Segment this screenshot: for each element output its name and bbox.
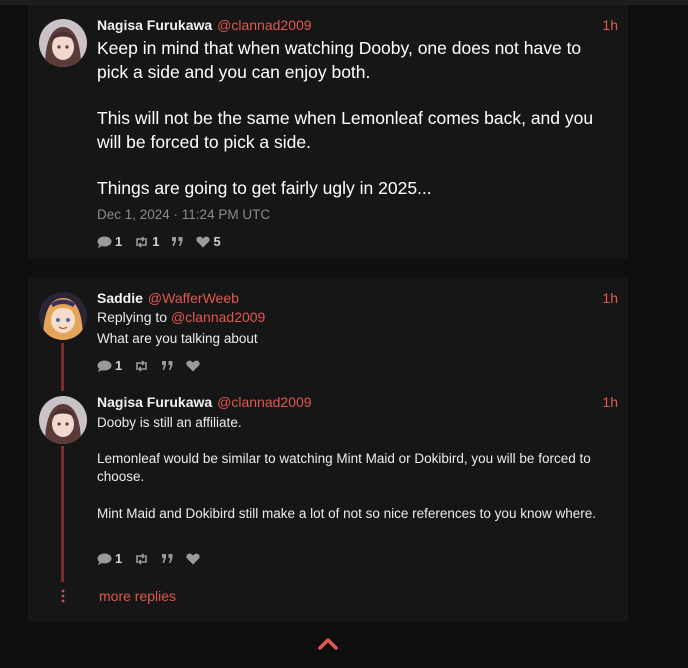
reply-count[interactable]: 1 <box>97 358 122 373</box>
quote-button[interactable] <box>161 553 174 564</box>
like-count[interactable]: 5 <box>196 234 221 249</box>
like-count-value: 5 <box>213 234 221 249</box>
retweet-icon <box>136 359 148 372</box>
tweet-stats: 1 <box>97 551 212 566</box>
avatar[interactable] <box>39 19 87 67</box>
tweet-timestamp[interactable]: Dec 1, 2024 · 11:24 PM UTC <box>97 207 270 222</box>
replying-to-label: Replying to <box>97 309 168 325</box>
tweet-paragraph-3: Things are going to get fairly ugly in 2… <box>97 178 432 198</box>
heart-icon <box>196 236 211 247</box>
thread-connector <box>61 343 64 391</box>
avatar[interactable] <box>39 292 87 340</box>
reply-count[interactable]: 1 <box>97 551 122 566</box>
quote-button[interactable] <box>161 360 174 371</box>
tweet-stats: 1 1 5 <box>97 234 233 249</box>
tweet-time[interactable]: 1h <box>602 17 618 33</box>
reply-paragraph-2: Lemonleaf would be similar to watching M… <box>97 451 591 484</box>
reply-thread-card: Saddie @WafferWeeb 1h Replying to @clann… <box>28 278 628 622</box>
comment-icon <box>97 236 112 248</box>
retweet-icon <box>136 552 148 565</box>
like-button[interactable] <box>186 360 200 372</box>
quote-icon <box>162 361 173 370</box>
reply-count-value: 1 <box>115 234 123 249</box>
quote-button[interactable] <box>171 236 184 247</box>
tweet-paragraph-1: Keep in mind that when watching Dooby, o… <box>97 38 582 82</box>
replying-to: Replying to @clannad2009 <box>97 309 265 325</box>
quote-icon <box>172 237 183 246</box>
chevron-up-icon[interactable] <box>318 636 338 650</box>
reply-count-value: 1 <box>115 551 123 566</box>
author-handle[interactable]: @clannad2009 <box>217 394 311 410</box>
tweet-stats: 1 <box>97 358 212 373</box>
comment-icon <box>97 553 112 565</box>
author-handle[interactable]: @WafferWeeb <box>148 290 239 306</box>
reply-count-value: 1 <box>115 358 123 373</box>
repost-button[interactable] <box>134 552 149 565</box>
main-tweet-card: Nagisa Furukawa @clannad2009 1h Keep in … <box>28 5 628 258</box>
author-name[interactable]: Nagisa Furukawa <box>97 394 212 410</box>
heart-icon <box>186 553 200 564</box>
more-replies-dots-icon <box>61 589 65 603</box>
tweet-paragraph-2: This will not be the same when Lemonleaf… <box>97 108 594 152</box>
repost-button[interactable] <box>134 359 149 372</box>
reply-text: What are you talking about <box>97 331 258 346</box>
reply-paragraph-1: Dooby is still an affiliate. <box>97 415 242 430</box>
reply-count[interactable]: 1 <box>97 234 122 249</box>
like-button[interactable] <box>186 553 200 565</box>
tweet-time[interactable]: 1h <box>602 290 618 306</box>
more-replies-link[interactable]: more replies <box>99 588 176 604</box>
heart-icon <box>186 360 200 371</box>
replying-to-handle[interactable]: @clannad2009 <box>171 309 265 325</box>
retweet-icon <box>136 235 148 248</box>
author-name[interactable]: Saddie <box>97 290 143 306</box>
quote-icon <box>162 554 173 563</box>
comment-icon <box>97 360 112 372</box>
thread-connector <box>61 446 64 582</box>
repost-count-value: 1 <box>152 234 160 249</box>
avatar[interactable] <box>39 396 87 444</box>
repost-count[interactable]: 1 <box>134 234 159 249</box>
author-handle[interactable]: @clannad2009 <box>217 17 311 33</box>
reply-paragraph-3: Mint Maid and Dokibird still make a lot … <box>97 506 596 521</box>
author-name[interactable]: Nagisa Furukawa <box>97 17 212 33</box>
tweet-time[interactable]: 1h <box>602 394 618 410</box>
